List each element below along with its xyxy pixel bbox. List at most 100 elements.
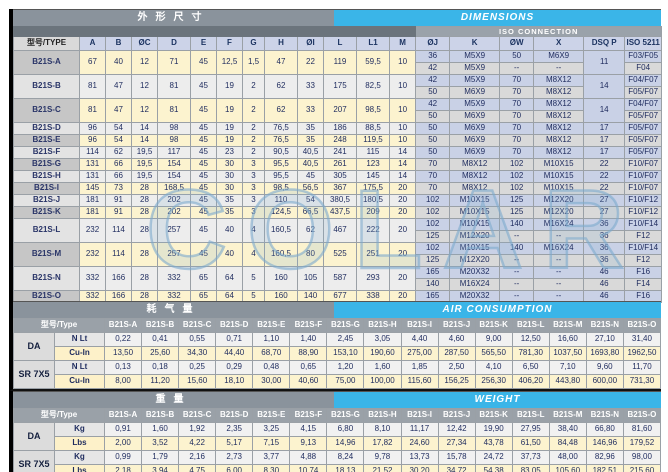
value-cell: 12,50	[512, 333, 549, 347]
dimension-value-cell: 222	[357, 219, 390, 243]
value-cell: 27,34	[438, 437, 475, 451]
value-cell: 18,13	[327, 465, 364, 472]
model-column-header: B21S-B	[142, 319, 179, 333]
air-title-cn: 耗气量	[13, 302, 334, 318]
dimension-value-cell: 40	[217, 243, 243, 267]
iso-value-cell: --	[500, 267, 534, 279]
iso-value-cell: 42	[416, 63, 450, 75]
value-cell: 82,96	[586, 451, 623, 465]
model-type-cell: B21S-I	[14, 183, 80, 195]
value-cell: 18,10	[216, 375, 253, 389]
dimension-value-cell: 47	[265, 51, 298, 75]
iso-value-cell: M12X20	[534, 195, 584, 207]
iso-value-cell: M20X32	[450, 267, 500, 279]
dimension-value-cell: 332	[158, 267, 191, 291]
iso-value-cell: 125	[416, 255, 450, 267]
column-header-cell: X	[534, 37, 584, 51]
dimension-value-cell: 81	[80, 75, 106, 99]
column-header-cell: F	[217, 37, 243, 51]
value-cell: 75,00	[327, 375, 364, 389]
iso5211-value-cell: F10/F07	[625, 159, 662, 171]
dimension-value-cell: 98,5	[357, 99, 390, 123]
dimension-value-cell: 40	[217, 219, 243, 243]
iso-value-cell: 70	[416, 171, 450, 183]
value-cell: 156,25	[438, 375, 475, 389]
dimension-value-cell: 96	[80, 135, 106, 147]
model-column-header: B21S-L	[512, 319, 549, 333]
iso-value-cell: M8X12	[534, 99, 584, 111]
dimension-value-cell: 115	[357, 147, 390, 159]
dimension-value-cell: 207	[324, 99, 357, 123]
column-header-cell: ØI	[298, 37, 324, 51]
iso-value-cell: 50	[416, 123, 450, 135]
value-cell: 1,85	[401, 361, 438, 375]
dimension-value-cell: 20	[390, 219, 416, 243]
column-header-cell: H	[265, 37, 298, 51]
dsqp-value-cell: 46	[584, 267, 625, 279]
dimension-value-cell: 54	[106, 135, 132, 147]
dimension-value-cell: 186	[324, 123, 357, 135]
dimension-value-cell: 3	[243, 207, 265, 219]
dimension-value-cell: 175,5	[357, 183, 390, 195]
dimension-value-cell: 202	[158, 207, 191, 219]
unit-label-cell: Kg	[55, 423, 105, 437]
iso-value-cell: M8X12	[450, 159, 500, 171]
dimension-value-cell: 14	[390, 147, 416, 159]
iso-value-cell: 125	[500, 207, 534, 219]
value-cell: 287,50	[438, 347, 475, 361]
dimension-value-cell: 28	[132, 183, 158, 195]
value-cell: 24,60	[401, 437, 438, 451]
value-cell: 4,15	[290, 423, 327, 437]
column-header-cell: G	[243, 37, 265, 51]
dimension-value-cell: 12	[132, 51, 158, 75]
model-column-header: B21S-C	[179, 319, 216, 333]
iso-value-cell: M8X12	[534, 147, 584, 159]
iso-connection-row: ISO CONNECTION	[14, 27, 662, 37]
dimension-value-cell: 28	[132, 243, 158, 267]
dimension-value-cell: 54	[106, 123, 132, 135]
iso5211-value-cell: F16	[625, 267, 662, 279]
dimension-value-cell: 380,5	[324, 195, 357, 207]
dimension-value-cell: 20	[390, 207, 416, 219]
iso-value-cell: --	[500, 279, 534, 291]
air-consumption-table: 耗气量 AIR CONSUMPTION 型号/TypeB21S-AB21S-BB…	[9, 301, 661, 391]
dimension-value-cell: 437,5	[324, 207, 357, 219]
value-cell: 0,48	[253, 361, 290, 375]
dimension-value-cell: 4	[243, 243, 265, 267]
dimension-value-cell: 119,5	[357, 135, 390, 147]
unit-label-cell: Lbs	[55, 465, 105, 472]
value-cell: 61,50	[512, 437, 549, 451]
iso-value-cell: M5X9	[450, 63, 500, 75]
dimension-value-cell: 45	[191, 51, 217, 75]
value-cell: 0,13	[105, 361, 142, 375]
column-header-cell: 型号/TYPE	[14, 37, 80, 51]
value-cell: 256,30	[475, 375, 512, 389]
dimension-value-cell: 10	[390, 99, 416, 123]
dimension-value-cell: 45	[191, 147, 217, 159]
model-column-header: B21S-D	[216, 319, 253, 333]
value-cell: 8,30	[253, 465, 290, 472]
value-cell: 3,05	[364, 333, 401, 347]
dsqp-value-cell: 27	[584, 207, 625, 219]
iso-value-cell: M16X24	[534, 243, 584, 255]
dimension-value-cell: 4	[243, 219, 265, 243]
dimension-value-cell: 45	[191, 159, 217, 171]
table-row: SR 7X5Kg0,991,792,162,733,774,888,249,78…	[14, 451, 661, 465]
value-cell: 7,15	[253, 437, 290, 451]
unit-label-cell: Cu-In	[55, 375, 105, 389]
value-cell: 4,40	[401, 333, 438, 347]
model-column-header: B21S-K	[475, 319, 512, 333]
table-row: Lbs2,183,944,756,008,3010,7418,1321,5230…	[14, 465, 661, 472]
dimension-value-cell: 30	[217, 171, 243, 183]
model-column-header: B21S-G	[327, 319, 364, 333]
value-cell: 8,00	[105, 375, 142, 389]
actuation-mode-cell: SR 7X5	[14, 451, 55, 472]
value-cell: 83,05	[512, 465, 549, 472]
dsqp-value-cell: 17	[584, 135, 625, 147]
dimension-value-cell: 45	[191, 75, 217, 99]
iso5211-value-cell: F10/F14	[625, 219, 662, 231]
dimension-value-cell: 76,5	[265, 135, 298, 147]
dsqp-value-cell: 36	[584, 243, 625, 255]
dimensions-title-bar: 外形尺寸 DIMENSIONS	[13, 9, 661, 26]
iso-value-cell: 70	[500, 111, 534, 123]
